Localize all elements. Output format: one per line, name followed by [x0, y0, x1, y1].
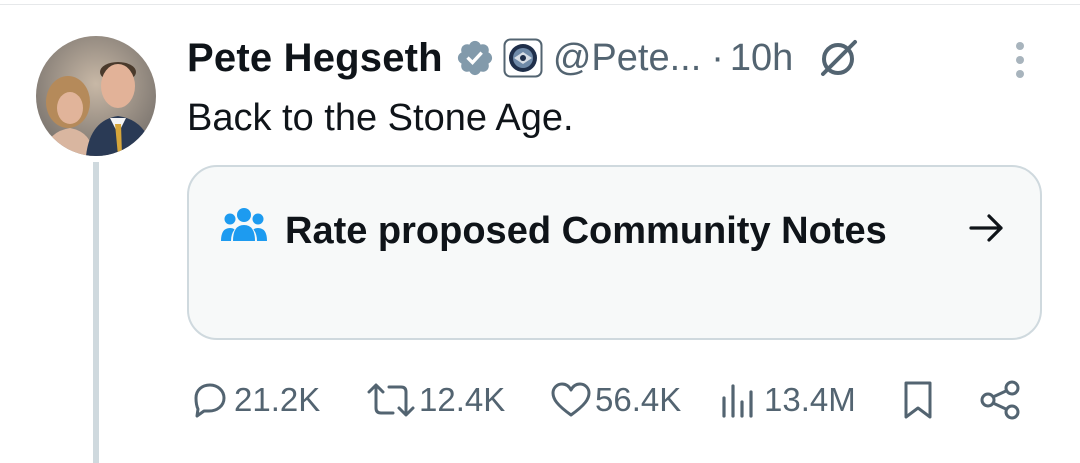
community-notes-label: Rate proposed Community Notes [285, 210, 887, 252]
grok-icon[interactable] [817, 36, 861, 80]
affiliate-badge-icon[interactable] [503, 38, 543, 78]
repost-icon [367, 383, 415, 417]
tweet-text: Back to the Stone Age. [187, 97, 574, 139]
verified-badge-icon[interactable] [455, 38, 495, 78]
share-button[interactable] [976, 370, 1024, 430]
separator-dot: · [711, 36, 724, 79]
bookmark-button[interactable] [898, 370, 938, 430]
tweet-header: Pete Hegseth @Pete... · 10h [187, 30, 861, 86]
author-display-name[interactable]: Pete Hegseth [187, 36, 443, 81]
reply-icon [194, 383, 226, 418]
like-button[interactable]: 56.4K [549, 370, 681, 430]
views-button[interactable]: 13.4M [718, 370, 856, 430]
more-options-icon[interactable] [1010, 38, 1030, 82]
community-notes-card[interactable]: Rate proposed Community Notes [187, 165, 1042, 340]
bookmark-icon [904, 381, 932, 419]
tweet-screen: Pete Hegseth @Pete... · 10h Back to the … [0, 0, 1080, 463]
action-bar: 21.2K 12.4K 56.4K 13.4M [0, 370, 1080, 430]
avatar[interactable] [36, 36, 156, 156]
like-count: 56.4K [595, 381, 682, 418]
tweet-timestamp[interactable]: 10h [730, 37, 793, 80]
people-icon [221, 205, 267, 245]
author-handle[interactable]: @Pete... [553, 37, 701, 80]
reply-count: 21.2K [234, 381, 321, 418]
reply-button[interactable]: 21.2K [188, 370, 320, 430]
views-count: 13.4M [764, 381, 856, 418]
share-icon [980, 380, 1020, 420]
views-chart-icon [722, 384, 753, 418]
repost-count: 12.4K [419, 381, 506, 418]
heart-icon [551, 382, 591, 417]
repost-button[interactable]: 12.4K [365, 370, 505, 430]
arrow-right-icon [969, 213, 1005, 243]
top-divider [0, 4, 1080, 5]
